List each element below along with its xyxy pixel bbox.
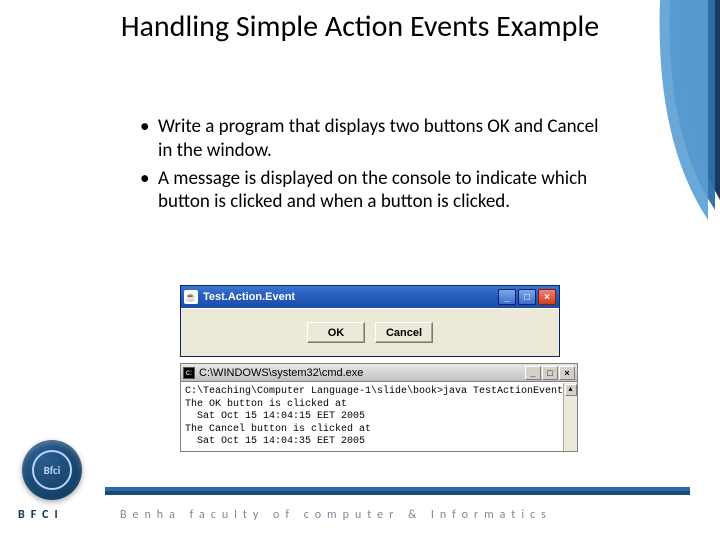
java-window-body: OK Cancel [181,308,559,356]
cmd-line: Sat Oct 15 14:04:15 EET 2005 [185,411,573,424]
cmd-output: C:\Teaching\Computer Language-1\slide\bo… [181,382,577,451]
cmd-close-button[interactable]: × [559,366,575,380]
cmd-titlebar[interactable]: c: C:\WINDOWS\system32\cmd.exe _ □ × [181,364,577,382]
corner-decoration [620,0,720,540]
slide-title: Handling Simple Action Events Example [120,10,600,45]
cmd-window: c: C:\WINDOWS\system32\cmd.exe _ □ × C:\… [180,363,578,452]
cmd-icon: c: [183,367,195,379]
bullet-item: A message is displayed on the console to… [140,167,610,215]
footer-bfci: BFCI [18,508,64,522]
cmd-line: C:\Teaching\Computer Language-1\slide\bo… [185,386,573,399]
cancel-button[interactable]: Cancel [375,322,433,343]
footer-text: Benha faculty of computer & Informatics [120,508,690,522]
close-button[interactable]: × [538,289,556,305]
bullet-list: Write a program that displays two button… [140,115,610,218]
java-cup-icon: ☕ [184,290,198,304]
scroll-up-icon[interactable]: ▴ [565,384,577,396]
ok-button[interactable]: OK [307,322,365,343]
cmd-scrollbar[interactable]: ▴ [563,383,577,451]
java-titlebar[interactable]: ☕ Test.Action.Event _ □ × [181,286,559,308]
java-window-title: Test.Action.Event [203,291,295,303]
cmd-line: The OK button is clicked at [185,399,573,412]
cmd-maximize-button[interactable]: □ [542,366,558,380]
slide: Handling Simple Action Events Example Wr… [0,0,720,540]
maximize-button[interactable]: □ [518,289,536,305]
java-window: ☕ Test.Action.Event _ □ × OK Cancel [180,285,560,357]
cmd-line: The Cancel button is clicked at [185,424,573,437]
figures-area: ☕ Test.Action.Event _ □ × OK Cancel c: C… [180,285,580,452]
footer-logo-text: Bfci [32,450,72,490]
footer-logo: Bfci [22,440,82,500]
cmd-minimize-button[interactable]: _ [525,366,541,380]
cmd-line: Sat Oct 15 14:04:35 EET 2005 [185,436,573,449]
footer-divider [105,487,690,495]
minimize-button[interactable]: _ [498,289,516,305]
cmd-window-title: C:\WINDOWS\system32\cmd.exe [199,367,363,379]
bullet-item: Write a program that displays two button… [140,115,610,163]
